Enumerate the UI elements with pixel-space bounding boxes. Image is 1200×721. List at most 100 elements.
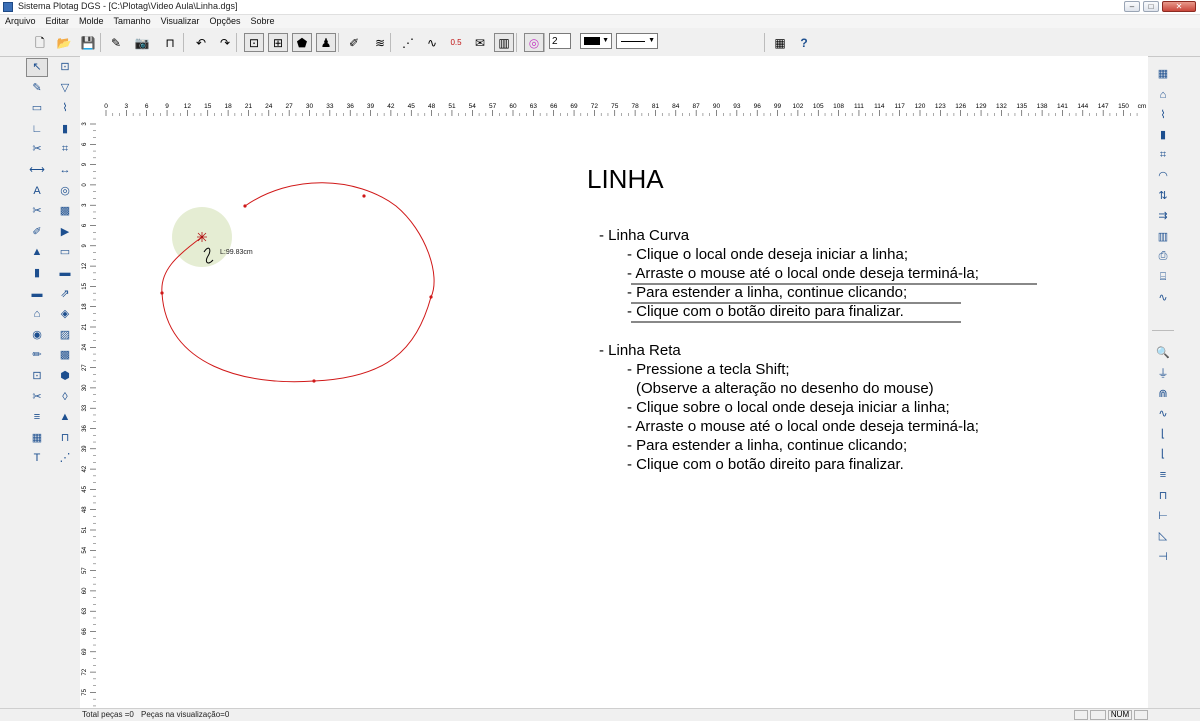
curve-point[interactable] (429, 295, 433, 299)
table-icon[interactable]: ⌗ (1152, 146, 1174, 165)
pointer-icon[interactable]: ↖ (26, 58, 48, 77)
scissors-icon[interactable]: ✂ (26, 202, 48, 221)
help-icon[interactable]: ? (794, 33, 814, 52)
envelope-icon[interactable]: ✉ (470, 33, 490, 52)
columns-icon[interactable]: ▥ (1152, 227, 1174, 246)
redo-icon[interactable]: ↷ (215, 33, 235, 52)
spread-icon[interactable]: ⋰ (54, 449, 76, 468)
hex-icon[interactable]: ⬢ (54, 367, 76, 386)
target-icon[interactable]: ◉ (26, 326, 48, 345)
erase-icon[interactable]: ✎ (106, 33, 126, 52)
undo-icon[interactable]: ↶ (191, 33, 211, 52)
fork-icon[interactable]: ⋒ (1152, 384, 1174, 403)
piece-icon[interactable]: ⬟ (292, 33, 312, 52)
lines-icon[interactable]: ≡ (26, 408, 48, 427)
split-icon[interactable]: ⊣ (1152, 547, 1174, 566)
mesh-icon[interactable]: ▩ (54, 346, 76, 365)
cut-icon[interactable]: ✂ (26, 140, 48, 159)
hatch-icon[interactable]: ▨ (54, 326, 76, 345)
window-icon[interactable]: ▭ (54, 243, 76, 262)
minimize-button[interactable]: – (1124, 1, 1140, 12)
curve-icon[interactable]: ∿ (1152, 404, 1174, 423)
bridge-icon[interactable]: ⊓ (54, 429, 76, 448)
slab-icon[interactable]: ▬ (26, 285, 48, 304)
text-a-icon[interactable]: A (26, 182, 48, 201)
layout-icon[interactable]: ▦ (1152, 64, 1174, 83)
print-icon[interactable]: ⎙ (1152, 247, 1174, 266)
frame-icon[interactable]: ⊡ (26, 367, 48, 386)
pocket-icon[interactable]: ▽ (54, 79, 76, 98)
line-color-select[interactable]: ▼ (580, 33, 612, 49)
line-style-select[interactable]: ▼ (616, 33, 658, 49)
mirror-icon[interactable]: ◈ (54, 305, 76, 324)
camera-icon[interactable]: 📷 (132, 33, 152, 52)
play-icon[interactable]: ▶ (54, 223, 76, 242)
wave-icon[interactable]: ∿ (1152, 288, 1174, 307)
tee-icon[interactable]: ⊢ (1152, 506, 1174, 525)
fold-icon[interactable]: ▮ (54, 120, 76, 139)
chart-line-icon[interactable]: ∿ (422, 33, 442, 52)
ruler-pencil-icon[interactable]: ✐ (26, 223, 48, 242)
pencil-icon[interactable]: ✎ (26, 79, 48, 98)
maximize-button[interactable]: □ (1143, 1, 1159, 12)
curve-point[interactable] (243, 204, 247, 208)
menu-visualizar[interactable]: Visualizar (156, 15, 205, 28)
triangle-ruler-icon[interactable]: ◺ (1152, 526, 1174, 545)
arc-icon[interactable]: ◠ (1152, 166, 1174, 185)
color-wheel-icon[interactable]: ◎ (524, 33, 544, 52)
corner-icon[interactable]: ⌊ (1152, 424, 1174, 443)
rotate-icon[interactable]: ⇗ (54, 285, 76, 304)
pattern-icon[interactable]: ▩ (54, 202, 76, 221)
rectangle-icon[interactable]: ▭ (26, 99, 48, 118)
bar-icon[interactable]: ▮ (26, 264, 48, 283)
zoom-value-icon[interactable]: 0.5 (446, 33, 466, 52)
open-folder-icon[interactable]: 📂 (54, 33, 74, 52)
curve-point[interactable] (312, 379, 316, 383)
house-icon[interactable]: ⌂ (26, 305, 48, 324)
mountain-icon[interactable]: ▲ (26, 243, 48, 262)
grid-icon[interactable]: ▦ (26, 429, 48, 448)
curve-point[interactable] (160, 291, 164, 295)
ruler-tool-icon[interactable]: ⊡ (244, 33, 264, 52)
menu-tamanho[interactable]: Tamanho (109, 15, 156, 28)
texture-icon[interactable]: ⌗ (54, 140, 76, 159)
ground-icon[interactable]: ⏚ (1152, 363, 1174, 382)
menu-molde[interactable]: Molde (74, 15, 109, 28)
bar-chart-icon[interactable]: ▥ (494, 33, 514, 52)
matrix-icon[interactable]: ▦ (770, 33, 790, 52)
curve-point[interactable] (362, 194, 366, 198)
triangle-icon[interactable]: ▲ (54, 408, 76, 427)
menu-sobre[interactable]: Sobre (245, 15, 279, 28)
angle-icon[interactable]: ∟ (26, 120, 48, 139)
brush-icon[interactable]: ✐ (344, 33, 364, 52)
frame-icon[interactable]: ⊓ (160, 33, 180, 52)
text-icon[interactable]: T (26, 449, 48, 468)
paint-icon[interactable]: ♟ (316, 33, 336, 52)
chart-scatter-icon[interactable]: ⋰ (398, 33, 418, 52)
diamond-icon[interactable]: ◊ (54, 388, 76, 407)
pen-icon[interactable]: ✏ (26, 346, 48, 365)
save-icon[interactable]: 💾 (78, 33, 98, 52)
vertical-arrows-icon[interactable]: ⇅ (1152, 186, 1174, 205)
width-icon[interactable]: ↔ (54, 161, 76, 180)
line-thickness-input[interactable]: 2 (549, 33, 571, 49)
button-icon[interactable]: ◎ (54, 182, 76, 201)
strip-icon[interactable]: ▬ (54, 264, 76, 283)
home-icon[interactable]: ⌂ (1152, 85, 1174, 104)
zoom-icon[interactable]: 🔍 (1152, 343, 1174, 362)
horizontal-arrows-icon[interactable]: ⇉ (1152, 206, 1174, 225)
block-icon[interactable]: ▮ (1152, 125, 1174, 144)
measure-icon[interactable]: ⟷ (26, 161, 48, 180)
corner-icon[interactable]: ⌊ (1152, 444, 1174, 463)
menu-opcoes[interactable]: Opções (204, 15, 245, 28)
save-copy-icon[interactable]: ⌸ (1152, 268, 1174, 287)
grid-icon[interactable]: ⊞ (268, 33, 288, 52)
vertical-scrollbar[interactable] (1176, 58, 1200, 708)
menu-editar[interactable]: Editar (41, 15, 75, 28)
close-button[interactable]: ✕ (1162, 1, 1196, 12)
cut-line-icon[interactable]: ✂ (26, 388, 48, 407)
curve-tool-icon[interactable]: ⌇ (1152, 105, 1174, 124)
align-icon[interactable]: ≡ (1152, 465, 1174, 484)
layers-icon[interactable]: ≋ (370, 33, 390, 52)
select-box-icon[interactable]: ⊡ (54, 58, 76, 77)
